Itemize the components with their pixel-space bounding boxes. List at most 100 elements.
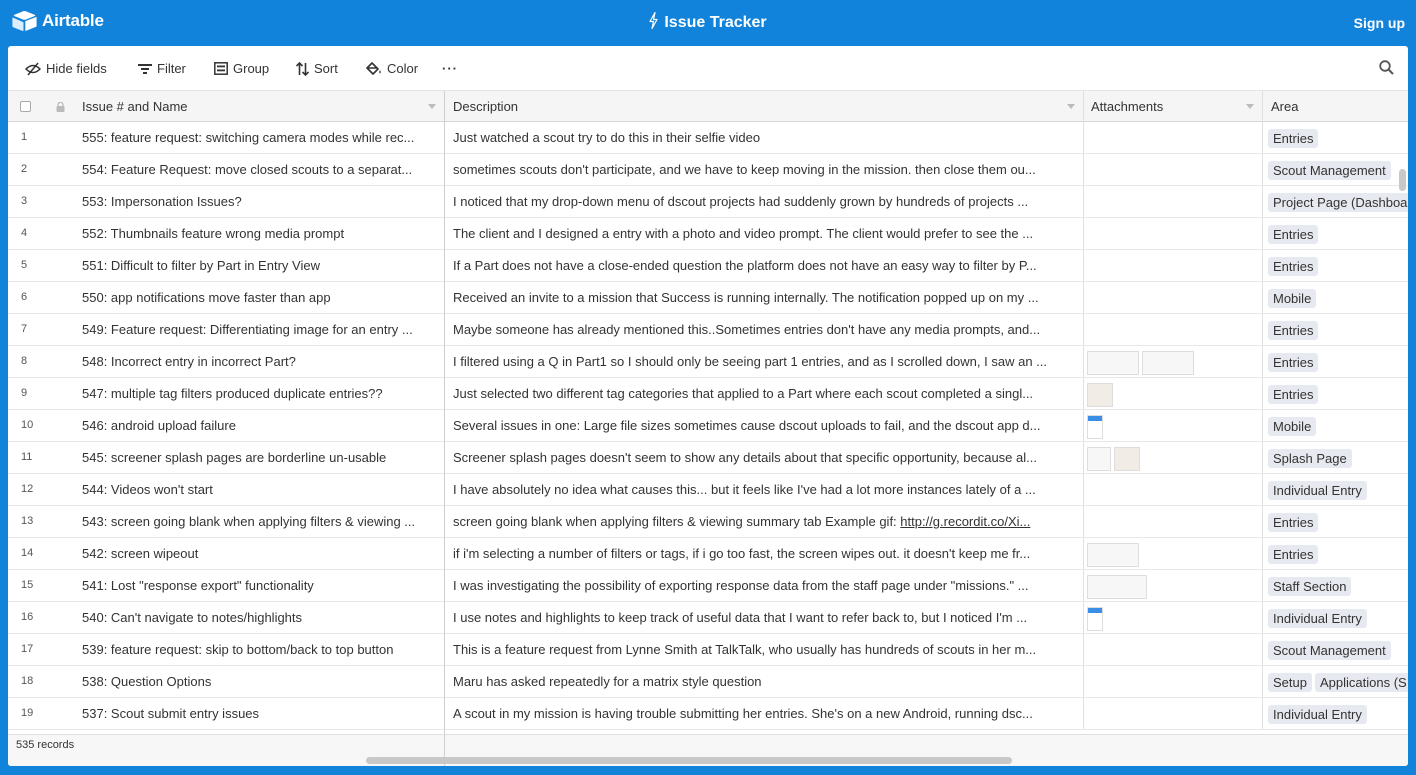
hide-fields-button[interactable]: Hide fields (25, 60, 107, 77)
attachment-thumbnail[interactable] (1142, 350, 1194, 375)
area-cell[interactable]: Project Page (Dashboard) (1263, 186, 1408, 217)
area-cell[interactable]: Entries (1263, 506, 1408, 537)
issue-name-cell[interactable]: 550: app notifications move faster than … (74, 282, 438, 313)
issue-name-cell[interactable]: 552: Thumbnails feature wrong media prom… (74, 218, 438, 249)
attachments-cell[interactable] (1084, 506, 1262, 537)
attachment-thumbnail[interactable] (1087, 350, 1139, 375)
attachment-thumbnail[interactable] (1087, 414, 1103, 439)
chevron-down-icon[interactable] (428, 104, 436, 109)
chevron-down-icon[interactable] (1067, 104, 1075, 109)
table-row[interactable]: 7 549: Feature request: Differentiating i… (8, 314, 1408, 346)
area-cell[interactable]: Scout Management (1263, 154, 1408, 185)
table-row[interactable]: 10 546: android upload failure Several iss… (8, 410, 1408, 442)
table-row[interactable]: 16 540: Can't navigate to notes/highlight… (8, 602, 1408, 634)
description-cell[interactable]: Several issues in one: Large file sizes … (445, 410, 1083, 441)
area-cell[interactable]: Entries (1263, 538, 1408, 569)
issue-name-cell[interactable]: 544: Videos won't start (74, 474, 438, 505)
attachments-cell[interactable] (1084, 442, 1262, 473)
table-row[interactable]: 19 537: Scout submit entry issues A scout … (8, 698, 1408, 730)
table-row[interactable]: 5 551: Difficult to filter by Part in Ent… (8, 250, 1408, 282)
group-button[interactable]: Group (214, 60, 269, 77)
table-row[interactable]: 12 544: Videos won't start I have absolute… (8, 474, 1408, 506)
table-row[interactable]: 9 547: multiple tag filters produced dupl… (8, 378, 1408, 410)
issue-name-cell[interactable]: 543: screen going blank when applying fi… (74, 506, 438, 537)
issue-name-cell[interactable]: 541: Lost "response export" functionalit… (74, 570, 438, 601)
area-cell[interactable]: Entries (1263, 122, 1408, 153)
column-header-attachments[interactable]: Attachments (1083, 91, 1263, 122)
attachments-cell[interactable] (1084, 346, 1262, 377)
table-row[interactable]: 15 541: Lost "response export" functional… (8, 570, 1408, 602)
table-row[interactable]: 2 554: Feature Request: move closed scout… (8, 154, 1408, 186)
sort-button[interactable]: Sort (296, 60, 338, 77)
column-header-description[interactable]: Description (445, 91, 1084, 122)
area-cell[interactable]: Individual Entry (1263, 474, 1408, 505)
description-cell[interactable]: A scout in my mission is having trouble … (445, 698, 1083, 729)
attachments-cell[interactable] (1084, 218, 1262, 249)
attachments-cell[interactable] (1084, 186, 1262, 217)
issue-name-cell[interactable]: 553: Impersonation Issues? (74, 186, 438, 217)
issue-name-cell[interactable]: 538: Question Options (74, 666, 438, 697)
description-cell[interactable]: I noticed that my drop-down menu of dsco… (445, 186, 1083, 217)
table-row[interactable]: 1 555: feature request: switching camera … (8, 122, 1408, 154)
area-cell[interactable]: Entries (1263, 250, 1408, 281)
description-cell[interactable]: Maybe someone has already mentioned this… (445, 314, 1083, 345)
issue-name-cell[interactable]: 548: Incorrect entry in incorrect Part? (74, 346, 438, 377)
attachments-cell[interactable] (1084, 250, 1262, 281)
description-cell[interactable]: The client and I designed a entry with a… (445, 218, 1083, 249)
issue-name-cell[interactable]: 551: Difficult to filter by Part in Entr… (74, 250, 438, 281)
attachments-cell[interactable] (1084, 570, 1262, 601)
area-cell[interactable]: Individual Entry (1263, 698, 1408, 729)
column-header-area[interactable]: Area (1263, 91, 1408, 122)
description-cell[interactable]: Received an invite to a mission that Suc… (445, 282, 1083, 313)
column-header-name[interactable]: Issue # and Name (74, 91, 445, 122)
table-row[interactable]: 11 545: screener splash pages are borderl… (8, 442, 1408, 474)
attachments-cell[interactable] (1084, 378, 1262, 409)
attachment-thumbnail[interactable] (1087, 382, 1113, 407)
issue-name-cell[interactable]: 542: screen wipeout (74, 538, 438, 569)
description-cell[interactable]: Just watched a scout try to do this in t… (445, 122, 1083, 153)
description-cell[interactable]: Maru has asked repeatedly for a matrix s… (445, 666, 1083, 697)
attachments-cell[interactable] (1084, 154, 1262, 185)
description-cell[interactable]: screen going blank when applying filters… (445, 506, 1083, 537)
attachment-thumbnail[interactable] (1114, 446, 1140, 471)
area-cell[interactable]: Mobile (1263, 282, 1408, 313)
attachment-thumbnail[interactable] (1087, 542, 1139, 567)
more-options-button[interactable]: ··· (442, 60, 458, 77)
issue-name-cell[interactable]: 549: Feature request: Differentiating im… (74, 314, 438, 345)
attachments-cell[interactable] (1084, 698, 1262, 729)
area-cell[interactable]: Mobile (1263, 410, 1408, 441)
attachments-cell[interactable] (1084, 634, 1262, 665)
area-cell[interactable]: Staff Section (1263, 570, 1408, 601)
attachment-thumbnail[interactable] (1087, 574, 1147, 599)
table-row[interactable]: 18 538: Question Options Maru has asked re… (8, 666, 1408, 698)
table-row[interactable]: 14 542: screen wipeout if i'm selecting a … (8, 538, 1408, 570)
issue-name-cell[interactable]: 537: Scout submit entry issues (74, 698, 438, 729)
chevron-down-icon[interactable] (1246, 104, 1254, 109)
description-cell[interactable]: Just selected two different tag categori… (445, 378, 1083, 409)
vertical-scrollbar[interactable] (1399, 169, 1406, 191)
description-cell[interactable]: if i'm selecting a number of filters or … (445, 538, 1083, 569)
table-row[interactable]: 3 553: Impersonation Issues? I noticed tha… (8, 186, 1408, 218)
table-row[interactable]: 13 543: screen going blank when applying … (8, 506, 1408, 538)
attachment-thumbnail[interactable] (1087, 446, 1111, 471)
description-link[interactable]: http://g.recordit.co/Xi... (900, 514, 1030, 529)
attachments-cell[interactable] (1084, 474, 1262, 505)
sign-up-link[interactable]: Sign up (1354, 15, 1405, 31)
issue-name-cell[interactable]: 545: screener splash pages are borderlin… (74, 442, 438, 473)
attachments-cell[interactable] (1084, 666, 1262, 697)
attachments-cell[interactable] (1084, 538, 1262, 569)
attachments-cell[interactable] (1084, 314, 1262, 345)
area-cell[interactable]: Entries (1263, 314, 1408, 345)
table-row[interactable]: 17 539: feature request: skip to bottom/b… (8, 634, 1408, 666)
issue-name-cell[interactable]: 540: Can't navigate to notes/highlights (74, 602, 438, 633)
area-cell[interactable]: Entries (1263, 346, 1408, 377)
attachments-cell[interactable] (1084, 602, 1262, 633)
area-cell[interactable]: Scout Management (1263, 634, 1408, 665)
issue-name-cell[interactable]: 554: Feature Request: move closed scouts… (74, 154, 438, 185)
issue-name-cell[interactable]: 539: feature request: skip to bottom/bac… (74, 634, 438, 665)
description-cell[interactable]: I use notes and highlights to keep track… (445, 602, 1083, 633)
table-row[interactable]: 4 552: Thumbnails feature wrong media pro… (8, 218, 1408, 250)
area-cell[interactable]: Individual Entry (1263, 602, 1408, 633)
area-cell[interactable]: Setup Applications (S (1263, 666, 1408, 697)
table-row[interactable]: 6 550: app notifications move faster than… (8, 282, 1408, 314)
